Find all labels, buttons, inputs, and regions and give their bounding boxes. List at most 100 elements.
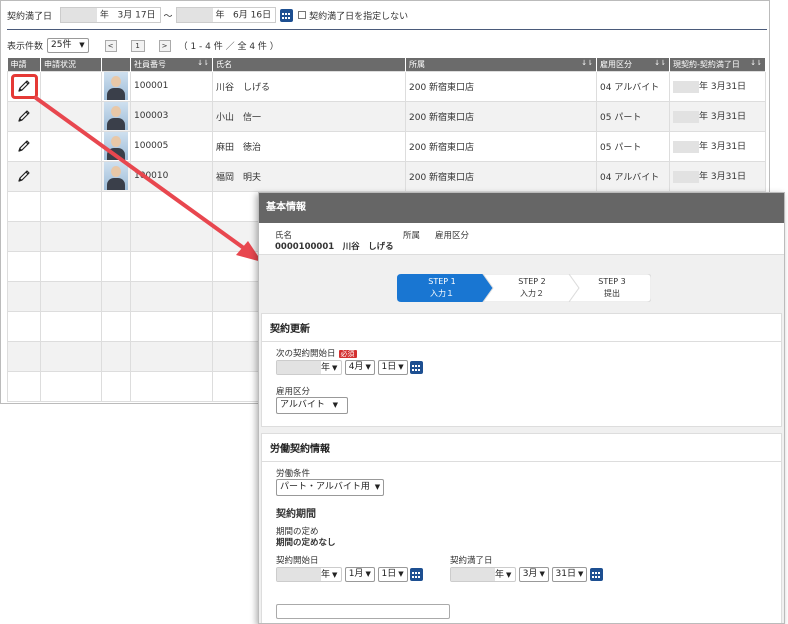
empty-cell (40, 280, 102, 312)
edit-button[interactable] (11, 168, 37, 184)
dept-cell: 200 新宿東口店 (405, 160, 597, 192)
emp-no-cell: 100010 (130, 160, 213, 192)
employment-select[interactable]: アルバイト ▼ (276, 397, 348, 414)
col-end-date[interactable]: 現契約-契約満了日 ↓⇂ (669, 58, 766, 71)
start-month-select[interactable]: 1月 ▼ (344, 567, 375, 582)
chevron-down-icon: ▼ (332, 401, 339, 409)
filter-divider (7, 29, 767, 30)
sort-icon[interactable]: ↓⇂ (197, 59, 209, 67)
empty-cell (101, 190, 131, 222)
col-photo (101, 58, 131, 71)
calendar-icon[interactable] (280, 8, 294, 22)
end-day-select[interactable]: 31日 ▼ (551, 567, 588, 582)
end-month-select[interactable]: 3月 ▼ (518, 567, 549, 582)
table-header-row: 申請 申請状況 社員番号 ↓⇂ 氏名 所属 ↓⇂ 雇用区分 ↓⇂ 現契約-契約満了日 ↓… (7, 58, 766, 71)
employment-label: 雇用区分 (276, 387, 311, 397)
type-cell: 05 パート (596, 130, 670, 162)
step-1-label: 入力１ (430, 289, 454, 298)
text-input[interactable] (276, 604, 450, 619)
empty-cell (130, 370, 213, 402)
col-apply: 申請 (7, 58, 41, 71)
step-3-label: 提出 (604, 289, 620, 298)
table-row: 100003 小山 信一 200 新宿東口店 05 パート 年 3月31日 (7, 100, 766, 132)
pager-range-text: （ 1 - 4 件 ／ 全 4 件 ） (178, 42, 279, 52)
employment-field: アルバイト ▼ (276, 397, 348, 414)
condition-select[interactable]: パート・アルバイト用 ▼ (276, 479, 385, 496)
empty-cell (7, 370, 41, 402)
avatar (104, 72, 128, 100)
apply-cell[interactable] (7, 100, 41, 132)
end-date-cell: 年 3月31日 (669, 130, 766, 162)
end-date-text: 年 3月31日 (699, 112, 747, 123)
page-number-button[interactable]: 1 (130, 39, 145, 52)
start-day-select[interactable]: 1日 ▼ (377, 567, 408, 582)
apply-cell[interactable] (7, 130, 41, 162)
to-year-blank (176, 8, 213, 22)
name-cell: 小山 信一 (212, 100, 406, 132)
chevron-down-icon: ▼ (577, 570, 584, 578)
year-blank (673, 170, 699, 183)
chevron-down-icon: ▼ (332, 364, 338, 372)
condition-value: パート・アルバイト用 (280, 482, 370, 492)
empty-cell (101, 370, 131, 402)
end-year-select[interactable]: 年 ▼ (450, 567, 516, 582)
empty-cell (130, 280, 213, 312)
sort-icon[interactable]: ↓⇂ (581, 59, 593, 67)
end-date-cell: 年 3月31日 (669, 160, 766, 192)
start-label: 契約開始日 (276, 556, 319, 566)
sort-icon[interactable]: ↓⇂ (750, 59, 762, 67)
step-1: STEP 1 入力１ (397, 274, 487, 302)
dept-label: 所属 (403, 231, 421, 241)
filter-from-date[interactable]: 年 3月 17日 (60, 7, 161, 23)
empty-cell (101, 280, 131, 312)
contract-start-date: 年 ▼ 1月 ▼ 1日 ▼ (276, 567, 424, 582)
empty-cell (101, 340, 131, 372)
prev-page-button[interactable]: < (104, 39, 117, 52)
calendar-icon[interactable] (590, 568, 604, 581)
year-suffix: 年 (495, 570, 505, 580)
period-def-value: 期間の定めなし (276, 538, 336, 548)
day-value: 1日 (381, 362, 397, 372)
pager: 表示件数 25件 ▼ < 1 > （ 1 - 4 件 ／ 全 4 件 ） (7, 38, 279, 53)
calendar-icon[interactable] (410, 361, 424, 374)
end-date-cell: 年 3月31日 (669, 100, 766, 132)
calendar-icon[interactable] (410, 568, 424, 581)
filter-to-date[interactable]: 年 6月 16日 (175, 7, 277, 23)
next-start-month-select[interactable]: 4月 ▼ (344, 360, 375, 375)
photo-cell (101, 70, 131, 102)
edit-button[interactable] (11, 108, 37, 124)
empty-cell (40, 310, 102, 342)
sort-icon[interactable]: ↓⇂ (654, 59, 666, 67)
next-page-button[interactable]: > (158, 39, 171, 52)
empty-cell (7, 280, 41, 312)
chevron-down-icon: ▼ (79, 41, 85, 49)
chevron-down-icon: ▼ (374, 483, 381, 491)
apply-cell[interactable] (7, 160, 41, 192)
col-emp-no-label: 社員番号 (134, 59, 166, 69)
empty-cell (40, 190, 102, 222)
step-indicator: STEP 1 入力１ STEP 2 入力２ STEP 3 提出 (397, 274, 651, 302)
type-cell: 04 アルバイト (596, 160, 670, 192)
empty-cell (130, 340, 213, 372)
display-count-select[interactable]: 25件 ▼ (47, 38, 89, 53)
edit-button[interactable] (11, 138, 37, 154)
year-blank (277, 568, 321, 581)
empty-cell (40, 220, 102, 252)
next-start-day-select[interactable]: 1日 ▼ (377, 360, 408, 375)
start-year-select[interactable]: 年 ▼ (276, 567, 342, 582)
chevron-down-icon: ▼ (365, 363, 371, 371)
chevron-down-icon: ▼ (332, 571, 338, 579)
status-cell (40, 160, 102, 192)
empty-cell (101, 220, 131, 252)
step-3-number: STEP 3 (598, 277, 626, 286)
col-dept[interactable]: 所属 ↓⇂ (405, 58, 597, 71)
unspecified-checkbox[interactable] (298, 11, 307, 19)
panel-title: 基本情報 (259, 193, 784, 223)
required-badge: 必須 (338, 350, 357, 358)
col-type[interactable]: 雇用区分 ↓⇂ (596, 58, 670, 71)
col-emp-no[interactable]: 社員番号 ↓⇂ (130, 58, 213, 71)
end-date-text: 年 3月31日 (699, 172, 747, 183)
table-row: 100005 麻田 徳治 200 新宿東口店 05 パート 年 3月31日 (7, 130, 766, 162)
next-start-year-select[interactable]: 年 ▼ (276, 360, 342, 375)
empty-cell (7, 340, 41, 372)
